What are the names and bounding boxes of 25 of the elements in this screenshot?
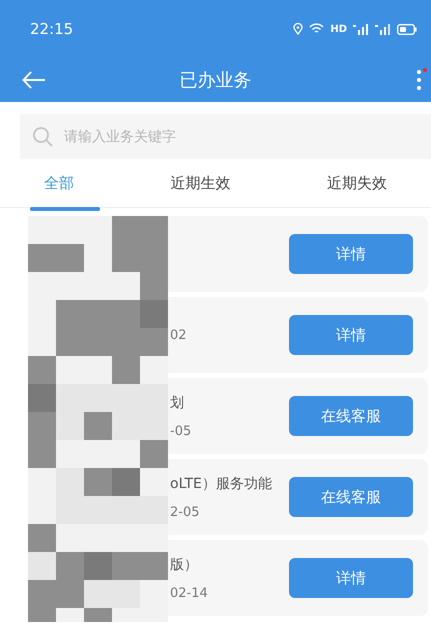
item-title: oLTE）服务功能 (170, 474, 272, 492)
page-title: 已办业务 (180, 69, 252, 92)
action-button[interactable]: 在线客服 (289, 396, 413, 436)
signal-icon (375, 23, 391, 35)
action-button[interactable]: 详情 (289, 234, 413, 274)
tab[interactable]: 近期生效 (118, 159, 283, 207)
item-date: 2-05 (170, 504, 201, 520)
network-label: HD (330, 24, 347, 34)
back-arrow-icon[interactable] (22, 71, 46, 89)
status-time: 22:15 (30, 20, 74, 38)
battery-icon (397, 24, 417, 34)
location-icon (293, 23, 304, 35)
action-button[interactable]: 详情 (289, 558, 413, 598)
item-title: 划 (170, 394, 185, 412)
more-menu-icon[interactable] (415, 68, 427, 92)
action-button[interactable]: 详情 (289, 315, 413, 355)
wifi-icon (309, 23, 324, 35)
item-date: 02-14 (170, 586, 208, 600)
signal-icon (353, 23, 369, 35)
item-date: -05 (170, 424, 192, 438)
item-date: 02 (170, 328, 187, 342)
search-field[interactable]: 请输入业务关键字 (20, 114, 431, 159)
action-button[interactable]: 在线客服 (289, 477, 413, 517)
item-title: 版） (170, 556, 199, 574)
tab[interactable]: 近期失效 (282, 159, 431, 207)
